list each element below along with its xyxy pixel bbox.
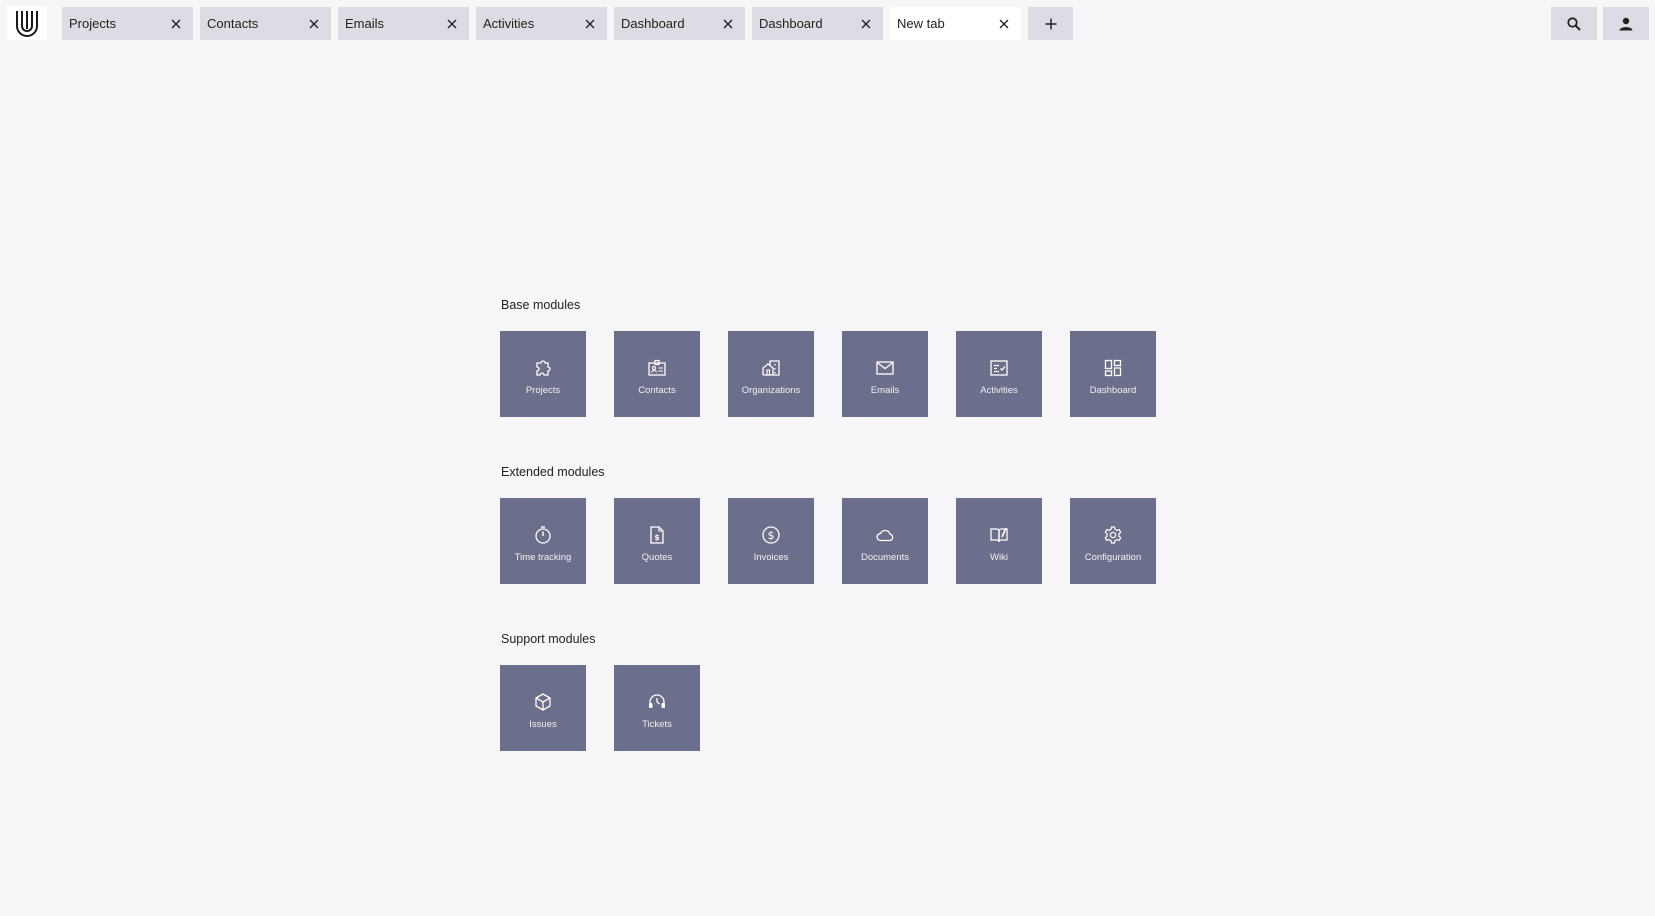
module-tile-activities[interactable]: Activities	[956, 331, 1042, 417]
cloud-icon	[874, 524, 896, 546]
tile-label: Documents	[860, 551, 910, 563]
module-tile-tickets[interactable]: Tickets	[614, 665, 700, 751]
svg-text:$: $	[768, 529, 775, 542]
module-tile-quotes[interactable]: $ Quotes	[614, 498, 700, 584]
tile-label: Wiki	[990, 551, 1008, 563]
person-icon	[1619, 17, 1633, 30]
tile-label: Issues	[529, 718, 557, 730]
tab-label: Dashboard	[759, 16, 823, 31]
module-tile-issues[interactable]: Issues	[500, 665, 586, 751]
module-tile-dashboard[interactable]: Dashboard	[1070, 331, 1156, 417]
tab-label: Emails	[345, 16, 385, 31]
cube-icon	[532, 691, 554, 713]
add-tab-button[interactable]	[1028, 7, 1073, 40]
tab-label: New tab	[897, 16, 945, 31]
tab-dashboard-2[interactable]: Dashboard	[752, 7, 883, 40]
book-icon	[988, 524, 1010, 546]
tile-label: Contacts	[638, 384, 676, 396]
module-tile-wiki[interactable]: Wiki	[956, 498, 1042, 584]
document-dollar-icon: $	[646, 524, 668, 546]
base-modules-grid: Projects Contacts Organizations Emails A…	[500, 331, 1156, 417]
tile-label: Tickets	[642, 718, 672, 730]
checklist-icon	[988, 357, 1010, 379]
tile-label: Quotes	[641, 551, 673, 563]
tab-label: Activities	[483, 16, 535, 31]
logo-icon	[16, 11, 38, 37]
tile-label: Time tracking	[514, 551, 572, 563]
tab-projects[interactable]: Projects	[62, 7, 193, 40]
tile-label: Configuration	[1084, 551, 1142, 563]
tile-label: Projects	[525, 384, 561, 396]
module-tile-documents[interactable]: Documents	[842, 498, 928, 584]
tab-emails[interactable]: Emails	[338, 7, 469, 40]
module-tile-time-tracking[interactable]: Time tracking	[500, 498, 586, 584]
tile-label: Invoices	[753, 551, 789, 563]
plus-icon	[1045, 18, 1056, 29]
close-icon[interactable]	[993, 13, 1015, 35]
mail-icon	[874, 357, 896, 379]
top-bar: Projects Contacts Emails Activities Dash…	[0, 0, 1655, 40]
section-title-support: Support modules	[501, 632, 596, 646]
tile-label: Activities	[980, 384, 1018, 396]
tab-activities[interactable]: Activities	[476, 7, 607, 40]
close-icon[interactable]	[855, 13, 877, 35]
headset-icon	[646, 691, 668, 713]
module-tile-invoices[interactable]: $ Invoices	[728, 498, 814, 584]
tab-label: Projects	[69, 16, 116, 31]
contact-card-icon	[646, 357, 668, 379]
puzzle-icon	[532, 357, 554, 379]
dashboard-grid-icon	[1102, 357, 1124, 379]
close-icon[interactable]	[303, 13, 325, 35]
module-tile-contacts[interactable]: Contacts	[614, 331, 700, 417]
close-icon[interactable]	[441, 13, 463, 35]
close-icon[interactable]	[717, 13, 739, 35]
close-icon[interactable]	[579, 13, 601, 35]
tab-new-tab[interactable]: New tab	[890, 7, 1021, 40]
dollar-circle-icon: $	[760, 524, 782, 546]
svg-text:$: $	[654, 533, 659, 542]
section-title-extended: Extended modules	[501, 465, 605, 479]
tab-contacts[interactable]: Contacts	[200, 7, 331, 40]
tile-label: Emails	[870, 384, 900, 396]
extended-modules-grid: Time tracking $ Quotes $ Invoices Docume…	[500, 498, 1156, 584]
section-title-base: Base modules	[501, 298, 581, 312]
module-tile-configuration[interactable]: Configuration	[1070, 498, 1156, 584]
tab-label: Contacts	[207, 16, 259, 31]
tile-label: Dashboard	[1089, 384, 1137, 396]
module-tile-organizations[interactable]: Organizations	[728, 331, 814, 417]
close-icon[interactable]	[165, 13, 187, 35]
stopwatch-icon	[532, 524, 554, 546]
tile-label: Organizations	[741, 384, 801, 396]
support-modules-grid: Issues Tickets	[500, 665, 700, 751]
module-tile-projects[interactable]: Projects	[500, 331, 586, 417]
module-tile-emails[interactable]: Emails	[842, 331, 928, 417]
search-icon	[1567, 16, 1581, 31]
tab-dashboard[interactable]: Dashboard	[614, 7, 745, 40]
app-logo[interactable]	[7, 6, 47, 40]
user-button[interactable]	[1603, 7, 1649, 40]
building-icon	[760, 357, 782, 379]
tab-label: Dashboard	[621, 16, 685, 31]
gear-icon	[1102, 524, 1124, 546]
search-button[interactable]	[1551, 7, 1597, 40]
